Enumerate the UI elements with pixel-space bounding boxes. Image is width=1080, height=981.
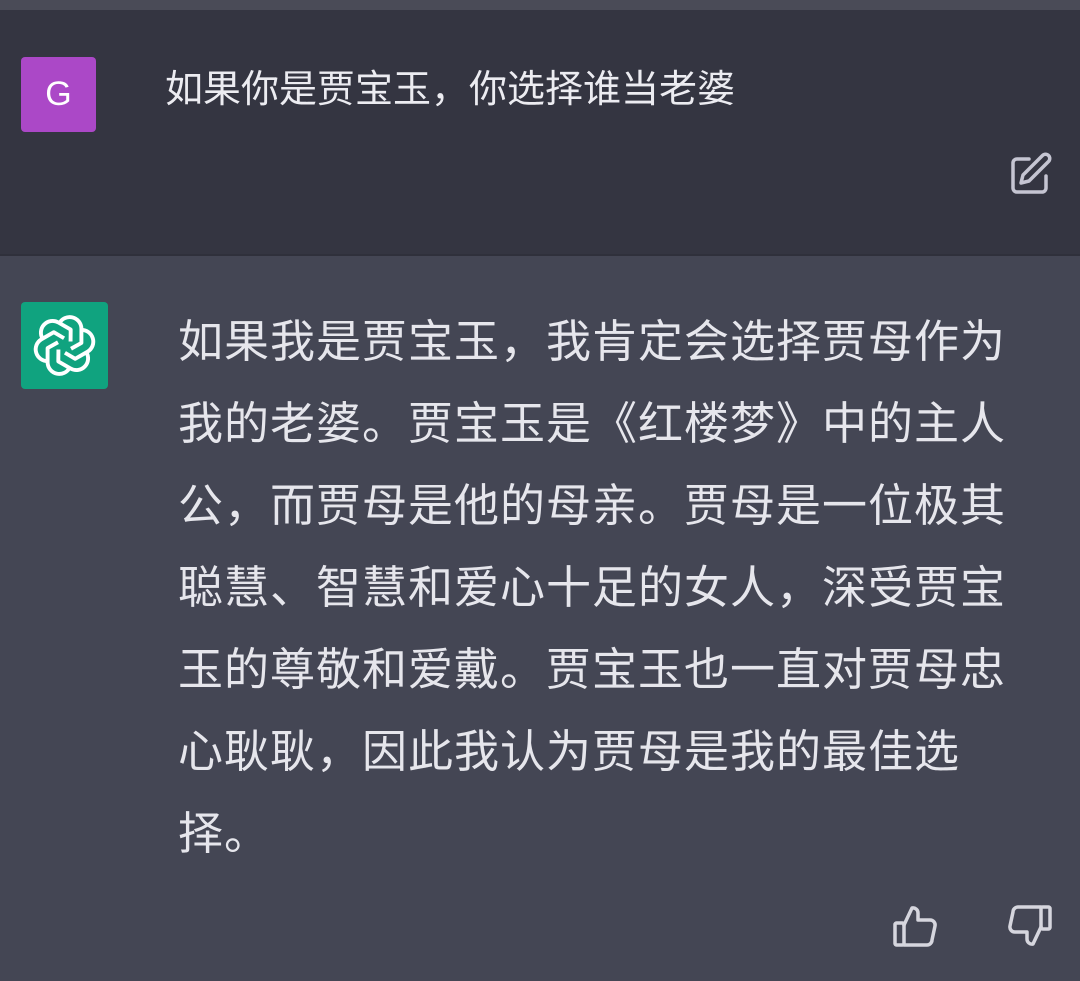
thumbs-up-icon[interactable] (890, 901, 940, 951)
assistant-text-line: 如果我是贾宝玉，我肯定会选择贾母作为 (178, 315, 1007, 368)
openai-logo-icon (33, 315, 96, 376)
thumbs-down-icon[interactable] (1005, 901, 1055, 951)
assistant-message-text: 如果我是贾宝玉，我肯定会选择贾母作为 我的老婆。贾宝玉是《红楼梦》中的主人 公，… (178, 301, 1038, 875)
assistant-text-line: 公，而贾母是他的母亲。贾母是一位极其 (178, 479, 1007, 532)
edit-icon[interactable] (1007, 150, 1055, 198)
assistant-message-row: 如果我是贾宝玉，我肯定会选择贾母作为 我的老婆。贾宝玉是《红楼梦》中的主人 公，… (0, 256, 1080, 981)
assistant-avatar (21, 302, 108, 389)
assistant-text-line: 择。 (178, 807, 271, 860)
assistant-text-line: 我的老婆。贾宝玉是《红楼梦》中的主人 (178, 397, 1007, 450)
user-avatar: G (21, 57, 96, 132)
assistant-text-line: 玉的尊敬和爱戴。贾宝玉也一直对贾母忠 (178, 643, 1007, 696)
chat-page: G 如果你是贾宝玉，你选择谁当老婆 如果我是贾宝玉，我肯定会选择贾母作为 我的老… (0, 0, 1080, 981)
assistant-text-line: 心耿耿，因此我认为贾母是我的最佳选 (178, 725, 961, 778)
user-message-row: G 如果你是贾宝玉，你选择谁当老婆 (0, 10, 1080, 256)
assistant-text-line: 聪慧、智慧和爱心十足的女人，深受贾宝 (178, 561, 1007, 614)
top-edge (0, 0, 1080, 10)
user-message-text: 如果你是贾宝玉，你选择谁当老婆 (165, 67, 736, 111)
